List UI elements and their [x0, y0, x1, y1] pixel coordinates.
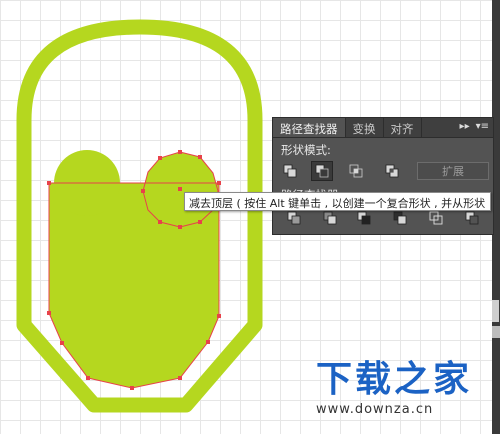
- watermark-url: www.downza.cn: [316, 402, 434, 417]
- divide-icon: [287, 211, 301, 225]
- minus-back-button[interactable]: [461, 208, 483, 228]
- exclude-icon: [385, 164, 399, 178]
- shape-modes-label: 形状模式:: [281, 143, 331, 157]
- exclude-button[interactable]: [381, 161, 403, 181]
- expand-button[interactable]: 扩展: [417, 162, 489, 180]
- crop-button[interactable]: [389, 208, 411, 228]
- unite-button[interactable]: [279, 161, 301, 181]
- outline-button[interactable]: [425, 208, 447, 228]
- panel-menu-icon[interactable]: ▾≡: [476, 121, 489, 132]
- intersect-button[interactable]: [345, 161, 367, 181]
- minus-back-icon: [465, 211, 479, 225]
- collapse-icon[interactable]: ▸▸: [460, 121, 470, 132]
- tab-align[interactable]: 对齐: [384, 118, 422, 137]
- tooltip: 减去顶层 ( 按住 Alt 键单击 , 以创建一个复合形状 , 并从形状: [184, 192, 492, 211]
- merge-button[interactable]: [353, 208, 375, 228]
- trim-button[interactable]: [319, 208, 341, 228]
- intersect-icon: [349, 164, 363, 178]
- watermark-logo: 下载之家 www.downza.cn: [316, 359, 473, 418]
- scrollbar-thumb[interactable]: [492, 300, 499, 322]
- panel-menu-controls: ▸▸ ▾≡: [460, 121, 489, 132]
- trim-icon: [323, 211, 337, 225]
- outline-icon: [429, 211, 443, 225]
- scrollbar-button[interactable]: [492, 326, 500, 338]
- crop-icon: [393, 211, 407, 225]
- merge-icon: [357, 211, 371, 225]
- pathfinder-panel: 路径查找器 变换 对齐 ▸▸ ▾≡ 形状模式: 扩展: [272, 117, 494, 235]
- panel-tab-bar: 路径查找器 变换 对齐 ▸▸ ▾≡: [273, 118, 493, 138]
- tab-transform[interactable]: 变换: [346, 118, 384, 137]
- minus-front-icon: [315, 164, 329, 178]
- watermark-title: 下载之家: [316, 359, 473, 400]
- tab-pathfinder[interactable]: 路径查找器: [273, 118, 346, 137]
- unite-icon: [283, 164, 297, 178]
- minus-front-button[interactable]: [311, 161, 333, 181]
- divide-button[interactable]: [283, 208, 305, 228]
